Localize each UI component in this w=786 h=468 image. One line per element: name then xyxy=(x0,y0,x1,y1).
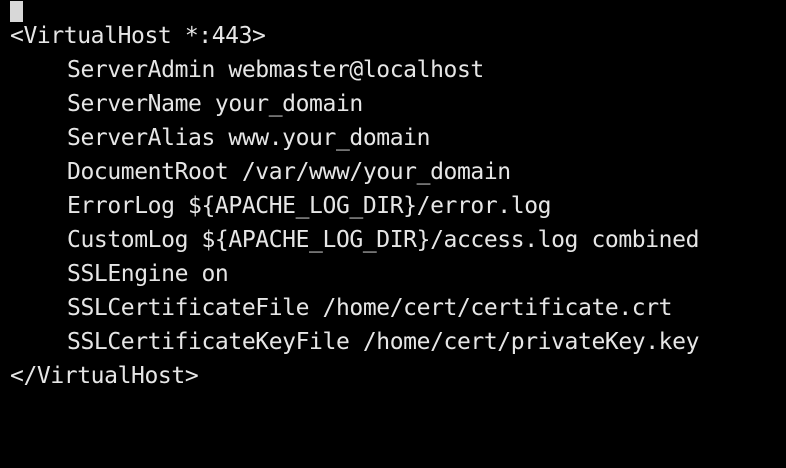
document-root-line: DocumentRoot /var/www/your_domain xyxy=(67,159,511,185)
virtualhost-open-tag: <VirtualHost *:443> xyxy=(10,23,266,49)
virtualhost-close-tag: </VirtualHost> xyxy=(10,363,199,389)
ssl-certificate-key-file-line: SSLCertificateKeyFile /home/cert/private… xyxy=(67,329,700,355)
server-alias-line: ServerAlias www.your_domain xyxy=(67,125,431,151)
error-log-line: ErrorLog ${APACHE_LOG_DIR}/error.log xyxy=(67,193,552,219)
server-admin-line: ServerAdmin webmaster@localhost xyxy=(67,57,484,83)
server-name-line: ServerName your_domain xyxy=(67,91,363,117)
custom-log-line: CustomLog ${APACHE_LOG_DIR}/access.log c… xyxy=(67,227,700,253)
ssl-certificate-file-line: SSLCertificateFile /home/cert/certificat… xyxy=(67,295,673,321)
terminal-window[interactable]: <VirtualHost *:443> ServerAdmin webmaste… xyxy=(0,1,786,468)
ssl-engine-line: SSLEngine on xyxy=(67,261,229,287)
